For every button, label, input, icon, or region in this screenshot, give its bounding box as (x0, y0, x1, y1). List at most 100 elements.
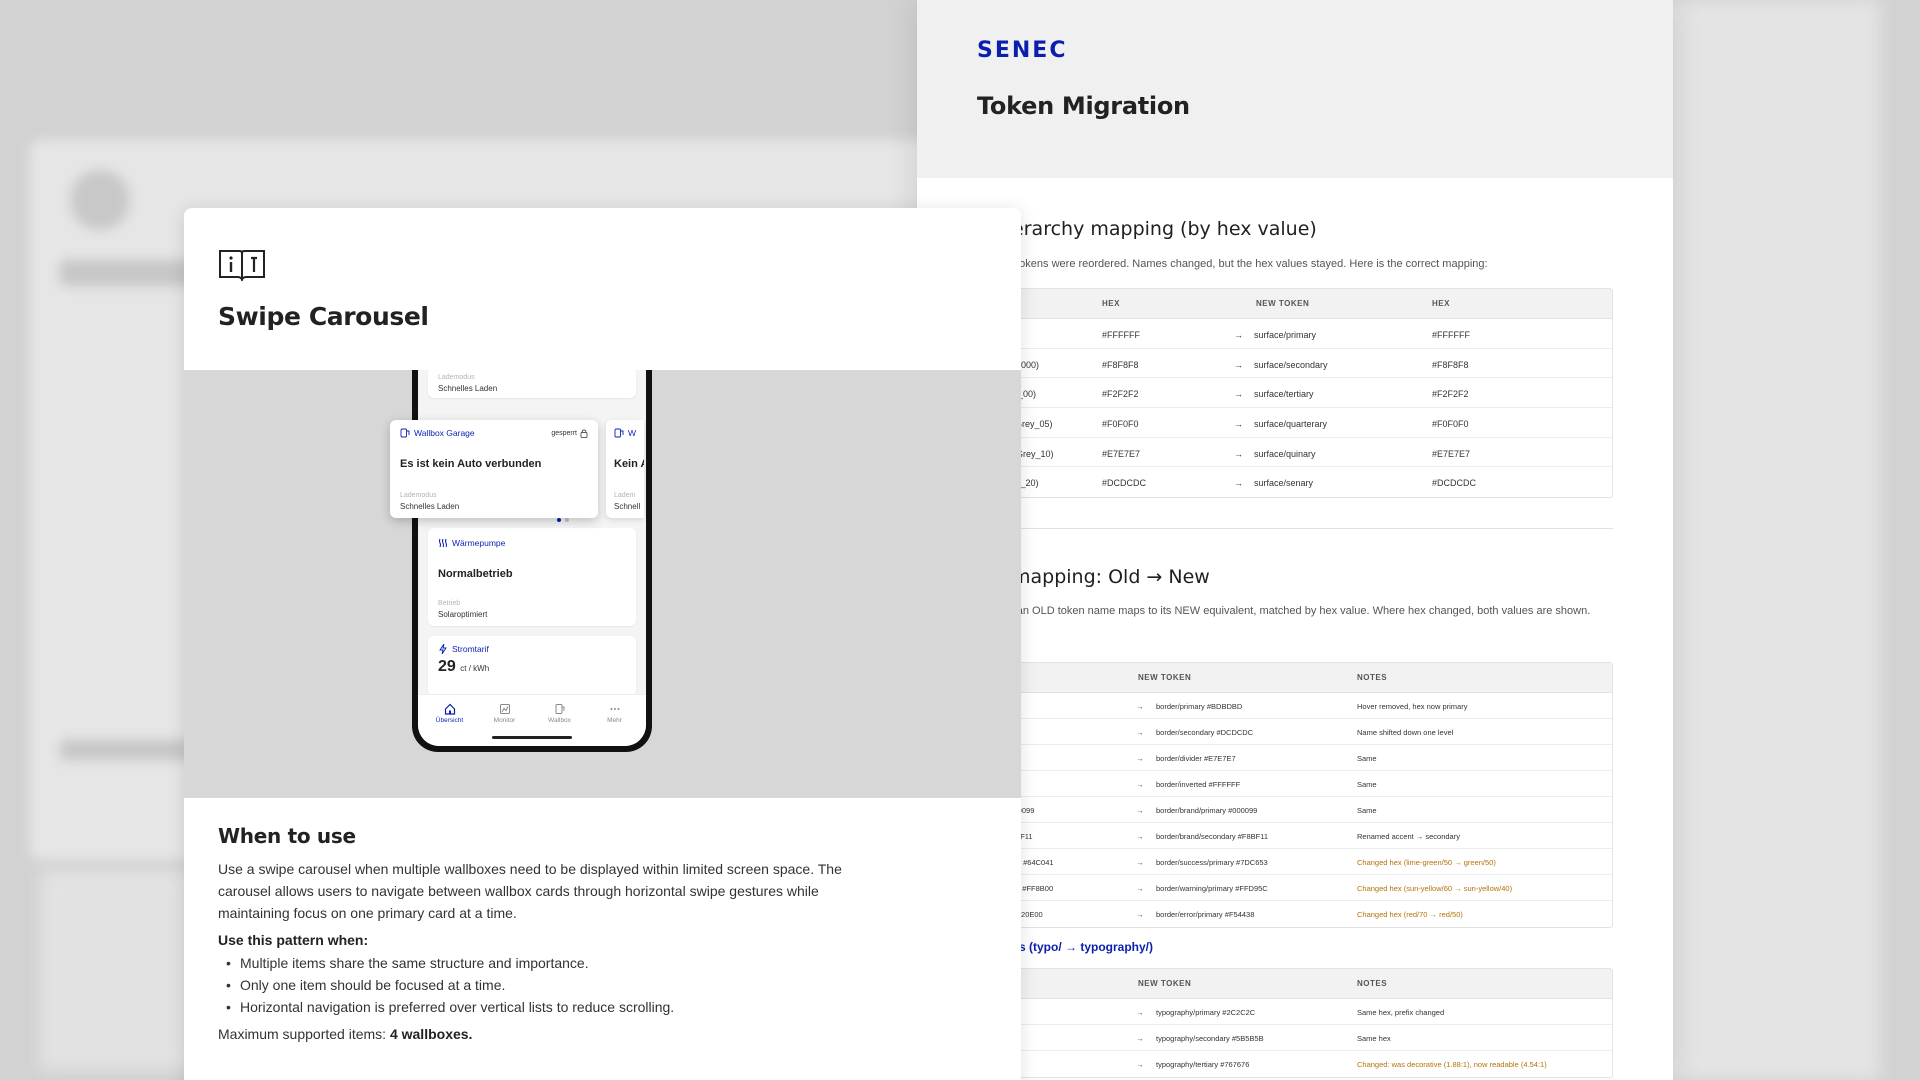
new-hex: #DCDCDC (1432, 478, 1477, 489)
heat-pump-card[interactable]: Wärmepumpe Normalbetrieb Betrieb Solarop… (428, 528, 636, 626)
token-migration-document: SENEC Token Migration e hierarchy mappin… (917, 0, 1673, 1080)
table-row: tiary_(Grey_20)#DCDCDC→surface/senary#DC… (976, 467, 1612, 497)
old-hex: #E7E7E7 (1102, 448, 1141, 459)
when-to-use-heading: When to use (218, 824, 356, 848)
table-row: ed #FFFFFF→border/inverted #FFFFFFSame (976, 771, 1612, 797)
lightning-icon (439, 644, 447, 654)
new-hex: #E7E7E7 (1432, 448, 1471, 459)
pattern-label: Use this pattern when: (218, 932, 369, 948)
charging-mode-card[interactable]: Lademodus Schnelles Laden (428, 370, 636, 398)
phone-preview: Lademodus Schnelles Laden Wärmepumpe Nor… (184, 370, 1021, 798)
arrow-icon: → (1234, 359, 1243, 370)
card-title: Swipe Carousel (218, 302, 429, 331)
note: Changed hex (red/70 → red/50) (1357, 910, 1463, 919)
old-hex: #F8F8F8 (1102, 359, 1139, 370)
tab-overview[interactable]: Übersicht (423, 695, 477, 746)
table-header: HEX NEW TOKEN HEX (978, 289, 1612, 319)
arrow-icon: → (1234, 330, 1243, 340)
swipe-carousel-card: Swipe Carousel Lademodus Schnelles Laden (184, 208, 1021, 1080)
arrow-icon: → (1136, 1034, 1144, 1043)
list-item: Multiple items share the same structure … (218, 952, 998, 974)
wallbox-next-name: W (628, 428, 637, 438)
wallbox-next-status: Kein A (614, 458, 644, 470)
mode-label: Lademodus (438, 374, 475, 381)
note: Changed hex (sun-yellow/60 → sun-yellow/… (1357, 884, 1513, 893)
tab-more[interactable]: Mehr (588, 695, 642, 746)
border-mapping-description: ws how an OLD token name maps to its NEW… (977, 605, 1591, 617)
new-token: surface/tertiary (1254, 389, 1314, 400)
old-hex: #F2F2F2 (1102, 389, 1139, 400)
locked-status: gesperrt (551, 428, 588, 438)
pattern-list: Multiple items share the same structure … (218, 952, 998, 1018)
table-row: ional/success #64C041→border/success/pri… (976, 849, 1612, 875)
card-header: Swipe Carousel (184, 208, 1021, 370)
locked-label: gesperrt (551, 429, 577, 437)
wallbox-status: Es ist kein Auto verbunden (400, 458, 542, 470)
document-title: Token Migration (977, 92, 1190, 120)
arrow-icon: → (1136, 858, 1144, 867)
arrow-icon: → (1136, 806, 1144, 815)
old-hex: #F0F0F0 (1102, 419, 1139, 430)
column-header-hex-old: HEX (1102, 299, 1120, 308)
background-avatar (70, 170, 130, 230)
tariff-card[interactable]: Stromtarif 29 ct / kWh (428, 636, 636, 696)
new-token: border/secondary #DCDCDC (1156, 728, 1254, 737)
new-token: surface/quarterary (1254, 419, 1328, 430)
new-token: border/error/primary #F54438 (1156, 910, 1255, 919)
wallbox-mode-value: Schnelles Laden (400, 502, 460, 511)
new-token: border/divider #E7E7E7 (1156, 754, 1236, 763)
arrow-icon: → (1136, 780, 1144, 789)
old-hex: #FFFFFF (1102, 330, 1140, 340)
tab-monitor-label: Monitor (493, 717, 516, 724)
note: Changed hex (lime-green/50 → green/50) (1357, 858, 1496, 867)
operation-value: Solaroptimiert (438, 610, 488, 619)
wallbox-next-mode-label: Ladem (614, 492, 636, 499)
when-to-use-section: When to use Use a swipe carousel when mu… (218, 824, 998, 1042)
new-token: border/inverted #FFFFFF (1156, 780, 1241, 789)
column-header-notes: NOTES (1357, 979, 1388, 988)
list-item: Only one item should be focused at a tim… (218, 974, 998, 996)
section-divider (977, 528, 1613, 529)
wallbox-next-mode-value: Schnell (614, 502, 641, 511)
mode-value: Schnelles Laden (438, 384, 498, 393)
wallbox-icon (400, 428, 410, 438)
note: Same (1357, 780, 1377, 789)
arrow-icon: → (1136, 702, 1144, 711)
surface-mapping-table: HEX NEW TOKEN HEX mary#FFFFFF→surface/pr… (976, 288, 1613, 499)
note: Same (1357, 806, 1377, 815)
heat-pump-header: Wärmepumpe (438, 538, 505, 548)
pagination-dot[interactable] (565, 518, 569, 522)
wallbox-carousel-card-next[interactable]: W Kein A Ladem Schnell (606, 420, 644, 518)
table-row: arterary_(Grey_05)#F0F0F0→surface/quarte… (976, 408, 1612, 438)
arrow-icon: → (1136, 884, 1144, 893)
operation-label: Betrieb (438, 600, 461, 607)
wallbox-icon (614, 428, 624, 438)
note: Hover removed, hex now primary (1357, 702, 1468, 711)
new-token: typography/tertiary #767676 (1156, 1060, 1250, 1069)
table-row: condary_(Grey_10)#E7E7E7→surface/quinary… (976, 438, 1612, 468)
table-row: #2C2C2C→typography/primary #2C2C2CSame h… (976, 999, 1612, 1025)
home-indicator (492, 736, 572, 739)
max-items-prefix: Maximum supported items: (218, 1026, 390, 1042)
wallbox-carousel-card[interactable]: Wallbox Garage gesperrt Es ist kein Auto… (390, 420, 598, 518)
when-to-use-paragraph: Use a swipe carousel when multiple wallb… (218, 861, 842, 921)
pagination-dot-active[interactable] (557, 518, 561, 522)
new-token: border/warning/primary #FFD95C (1156, 884, 1268, 893)
new-token: surface/senary (1254, 478, 1314, 489)
arrow-icon: → (1234, 389, 1243, 400)
list-item: Horizontal navigation is preferred over … (218, 996, 998, 1018)
arrow-icon: → (1136, 910, 1144, 919)
table-row: /primary #000099→border/brand/primary #0… (976, 797, 1612, 823)
wallbox-mode-label: Lademodus (400, 492, 437, 499)
arrow-icon: → (1234, 448, 1243, 459)
heat-pump-status: Normalbetrieb (438, 568, 513, 580)
tariff-unit: ct / kWh (460, 664, 490, 673)
note: Renamed accent → secondary (1357, 832, 1460, 841)
arrow-icon: → (1136, 728, 1144, 737)
table-row: #BDBDBD→border/primary #BDBDBDHover remo… (976, 693, 1612, 719)
column-header-new-token: NEW TOKEN (1256, 299, 1310, 308)
table-row: #BDBDBD→typography/tertiary #767676Chang… (976, 1051, 1612, 1077)
heat-pump-label: Wärmepumpe (452, 538, 506, 548)
lock-icon (580, 429, 588, 438)
background-card-right (1640, 0, 1880, 1080)
